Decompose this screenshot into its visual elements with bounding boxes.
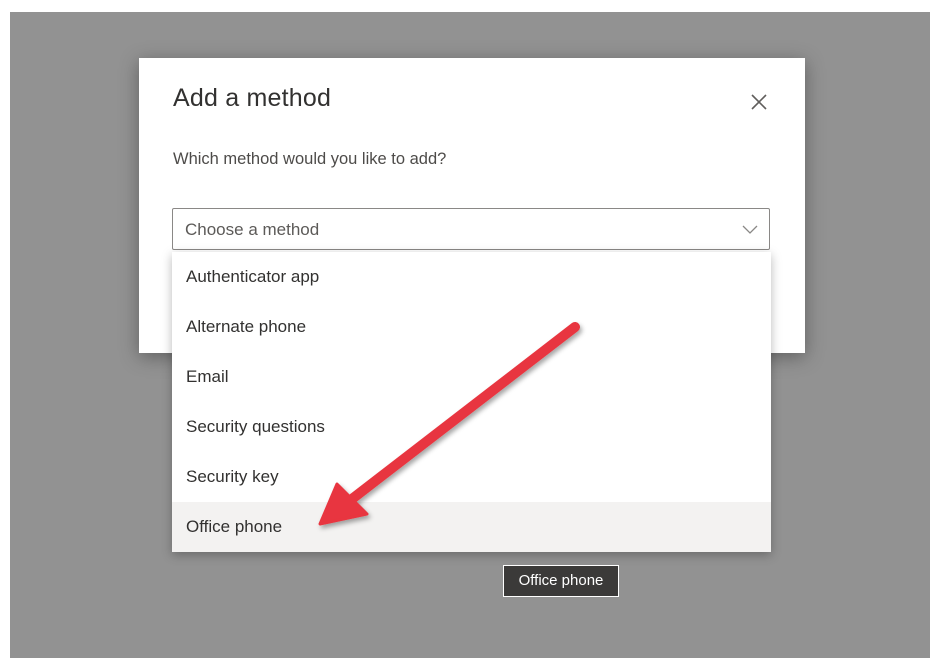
method-select[interactable]: Choose a method: [172, 208, 770, 250]
dialog-title: Add a method: [173, 84, 332, 112]
close-icon: [751, 94, 767, 110]
close-button[interactable]: [747, 90, 771, 114]
chevron-down-icon: [742, 225, 758, 234]
dialog-prompt: Which method would you like to add?: [173, 150, 447, 168]
option-security-key[interactable]: Security key: [172, 452, 771, 502]
option-office-phone[interactable]: Office phone: [172, 502, 771, 552]
tooltip: Office phone: [503, 565, 619, 597]
select-placeholder: Choose a method: [185, 220, 320, 239]
option-email[interactable]: Email: [172, 352, 771, 402]
option-authenticator-app[interactable]: Authenticator app: [172, 252, 771, 302]
screenshot: Add a method Which method would you like…: [0, 0, 930, 658]
option-security-questions[interactable]: Security questions: [172, 402, 771, 452]
method-dropdown-list: Authenticator app Alternate phone Email …: [172, 252, 771, 552]
option-alternate-phone[interactable]: Alternate phone: [172, 302, 771, 352]
